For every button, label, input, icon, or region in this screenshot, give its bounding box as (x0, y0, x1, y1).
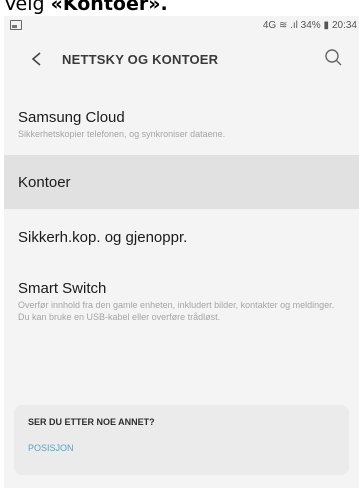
list-item-title: Samsung Cloud (18, 109, 125, 126)
status-time: 20:34 (331, 19, 357, 31)
app-bar: NETTSKY OG KONTOER (4, 34, 359, 84)
list-item-kontoer[interactable]: Kontoer (4, 155, 359, 209)
suggestion-link-posisjon[interactable]: POSISJON (28, 443, 335, 453)
gallery-notification-icon (10, 20, 22, 30)
search-icon[interactable] (321, 45, 347, 71)
phone-screen: 4G ≋ .ıl 34% ▮ 20:34 NETTSKY OG KONTOER … (4, 16, 359, 488)
page-title: NETTSKY OG KONTOER (62, 51, 219, 67)
list-item-title: Smart Switch (18, 280, 107, 297)
signal-battery-indicators: 4G ≋ .ıl 34% ▮ (262, 19, 329, 31)
suggestion-heading: SER DU ETTER NOE ANNET? (28, 417, 155, 427)
caption-emphasis: «Kontoer». (50, 0, 168, 15)
list-item-subtitle: Sikkerhetskopier telefonen, og synkronis… (18, 129, 226, 139)
list-item-backup-restore[interactable]: Sikkerh.kop. og gjenoppr. (4, 209, 359, 266)
back-arrow-icon[interactable] (22, 44, 52, 74)
instruction-caption: Velg «Kontoer». (4, 0, 168, 15)
status-indicators: 4G ≋ .ıl 34% ▮ 20:34 (263, 20, 357, 31)
caption-prefix: Velg (4, 0, 51, 15)
list-item-samsung-cloud[interactable]: Samsung Cloud Sikkerhetskopier telefonen… (4, 94, 359, 155)
suggestion-card: SER DU ETTER NOE ANNET? POSISJON (14, 405, 349, 475)
list-item-smart-switch[interactable]: Smart Switch Overfør innhold fra den gam… (4, 266, 359, 343)
list-item-title: Kontoer (18, 173, 71, 191)
status-bar: 4G ≋ .ıl 34% ▮ 20:34 (4, 16, 359, 34)
list-item-title: Sikkerh.kop. og gjenoppr. (18, 229, 188, 246)
settings-list: Samsung Cloud Sikkerhetskopier telefonen… (4, 94, 359, 343)
list-item-subtitle: Overfør innhold fra den gamle enheten, i… (18, 300, 335, 322)
